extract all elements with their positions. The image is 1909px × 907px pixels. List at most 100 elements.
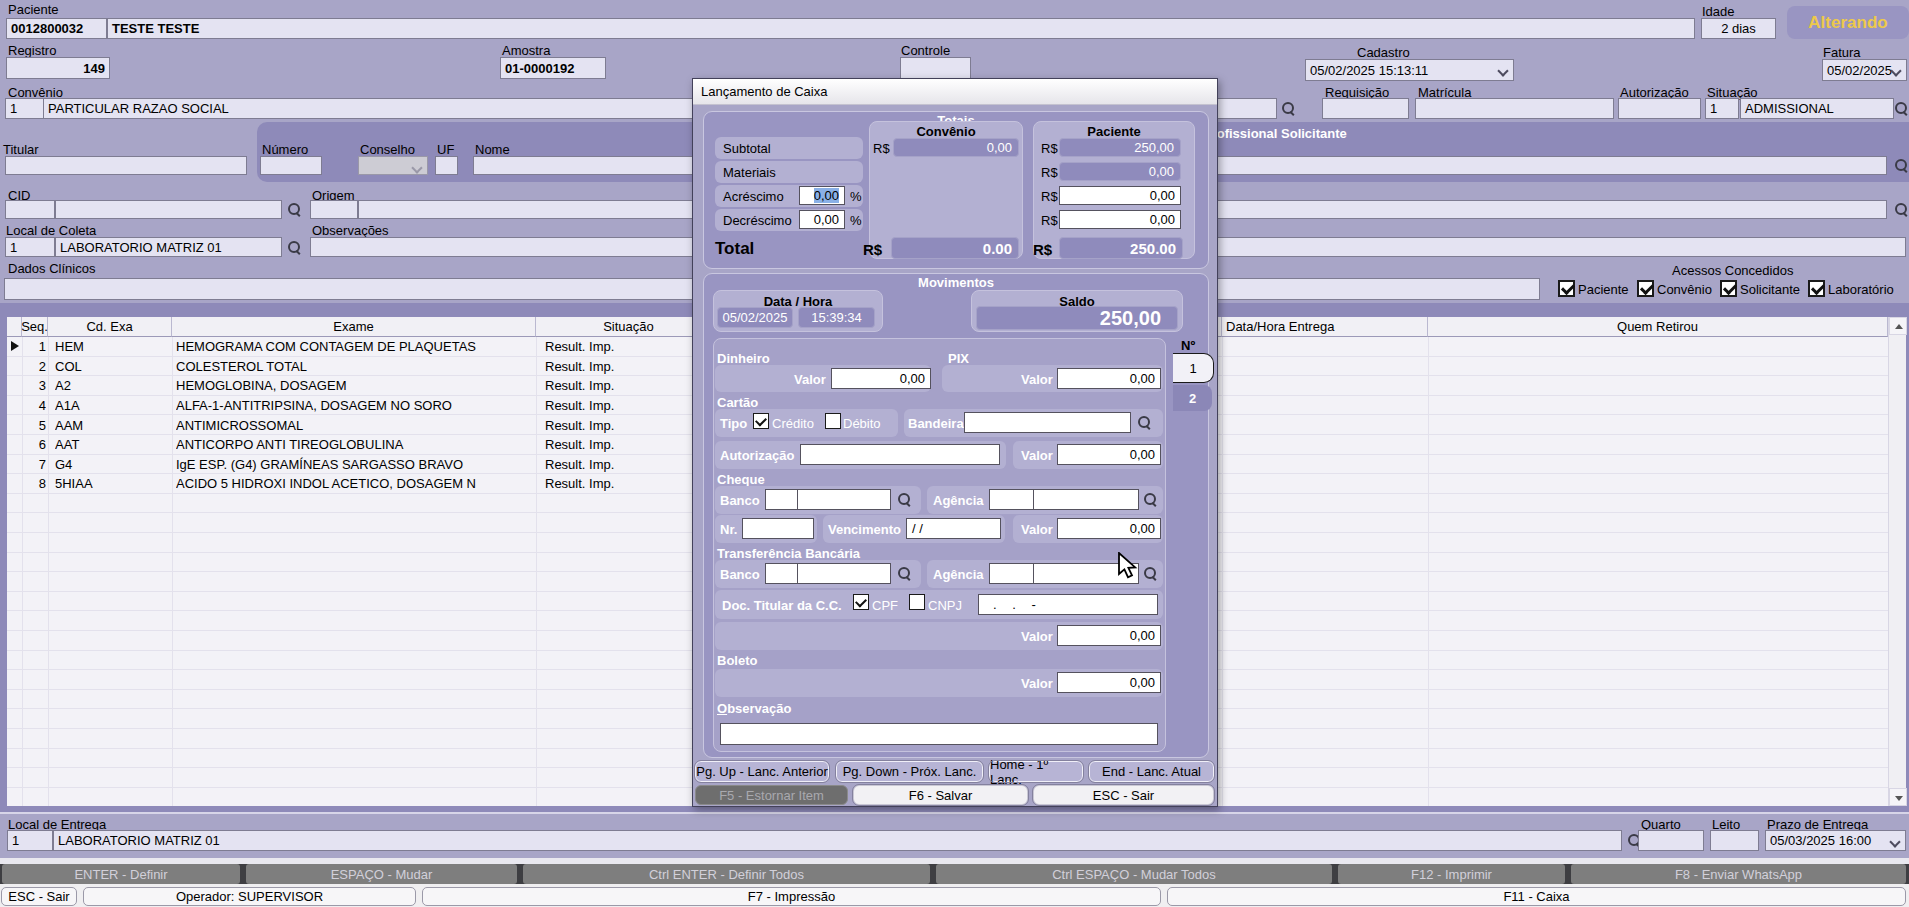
paciente-id-field[interactable]: 0012800032 — [6, 18, 107, 39]
convenio-search-icon[interactable] — [1281, 101, 1296, 116]
bandeira-field[interactable] — [964, 412, 1131, 433]
dialog-titlebar[interactable]: Lançamento de Caixa — [693, 79, 1217, 105]
col-exame[interactable]: Exame — [172, 317, 536, 337]
uf-field[interactable] — [435, 156, 458, 175]
dinheiro-valor-field[interactable]: 0,00 — [831, 368, 931, 389]
cheque-banco-code-field[interactable] — [765, 489, 798, 510]
bottom-button[interactable]: ESC - Sair — [1, 887, 77, 906]
matricula-field[interactable] — [1415, 98, 1614, 119]
shortcut-button[interactable]: F12 - Imprimir — [1338, 864, 1565, 884]
requisicao-field[interactable] — [1322, 98, 1409, 119]
col-cdexa[interactable]: Cd. Exa — [48, 317, 172, 337]
nav-button[interactable]: Pg. Down - Próx. Lanc. — [836, 761, 983, 782]
nav-button[interactable]: Home - 1º Lanc. — [989, 761, 1083, 782]
situacao-search-icon[interactable] — [1894, 101, 1909, 116]
bandeira-search-icon[interactable] — [1137, 415, 1152, 430]
shortcut-button[interactable]: F8 - Enviar WhatsApp — [1571, 864, 1906, 884]
tb-agencia-search-icon[interactable] — [1143, 566, 1158, 581]
lancamento-caixa-dialog: Lançamento de Caixa Totais Convênio Paci… — [692, 78, 1218, 807]
credito-checkbox[interactable] — [753, 413, 769, 429]
cid-nome-field[interactable] — [55, 200, 282, 219]
shortcut-button[interactable]: ESPAÇO - Mudar — [246, 864, 517, 884]
action-button[interactable]: F5 - Estornar Item — [695, 785, 848, 805]
action-button[interactable]: ESC - Sair — [1033, 785, 1214, 805]
nav-button[interactable]: Pg. Up - Lanc. Anterior — [695, 761, 829, 782]
cartao-autorizacao-field[interactable] — [800, 444, 1000, 465]
conselho-combo[interactable] — [358, 156, 428, 175]
cid-search-icon[interactable] — [287, 202, 302, 217]
debito-checkbox[interactable] — [825, 413, 841, 429]
origem-search-icon[interactable] — [1894, 202, 1909, 217]
autorizacao-field[interactable] — [1618, 98, 1701, 119]
cheque-agencia-search-icon[interactable] — [1143, 492, 1158, 507]
nr-field[interactable] — [742, 518, 814, 539]
tb-banco-nome-field[interactable] — [797, 563, 891, 584]
tab-lancamento-2[interactable]: 2 — [1173, 385, 1212, 411]
observacao-field[interactable] — [720, 723, 1158, 745]
cnpj-checkbox[interactable] — [909, 594, 925, 610]
col-seq[interactable]: Seq. — [22, 317, 48, 337]
prazo-combo[interactable]: 05/03/2025 16:00 — [1765, 830, 1906, 851]
boleto-valor-field[interactable]: 0,00 — [1057, 672, 1161, 693]
controle-field[interactable] — [900, 57, 971, 79]
scroll-down-icon[interactable] — [1889, 788, 1907, 806]
nav-button[interactable]: End - Lanc. Atual — [1089, 761, 1214, 782]
shortcut-button[interactable]: Ctrl ESPAÇO - Mudar Todos — [936, 864, 1332, 884]
acesso-checkbox-laboratório[interactable] — [1808, 280, 1825, 297]
acrescimo-field[interactable]: 0,00 — [799, 186, 845, 205]
cell-seq: 6 — [22, 435, 46, 455]
bottom-button[interactable]: F7 - Impressão — [422, 887, 1161, 906]
tb-banco-search-icon[interactable] — [897, 566, 912, 581]
table-scrollbar[interactable] — [1888, 317, 1906, 806]
doc-field[interactable]: . . - — [978, 594, 1158, 615]
fatura-combo[interactable]: 05/02/2025 — [1822, 59, 1907, 81]
cheque-agencia-nome-field[interactable] — [1033, 489, 1139, 510]
vencimento-field[interactable]: / / — [906, 518, 1001, 539]
cpf-checkbox[interactable] — [853, 594, 869, 610]
leito-field[interactable] — [1710, 830, 1759, 851]
action-button[interactable]: F6 - Salvar — [853, 785, 1028, 805]
situacao-code-field[interactable]: 1 — [1705, 98, 1739, 119]
numero-field[interactable] — [260, 156, 322, 175]
origem-code-field[interactable] — [310, 200, 358, 219]
cheque-valor-field[interactable]: 0,00 — [1057, 518, 1161, 539]
cheque-banco-search-icon[interactable] — [897, 492, 912, 507]
shortcut-button[interactable]: Ctrl ENTER - Definir Todos — [523, 864, 930, 884]
cid-code-field[interactable] — [5, 200, 55, 219]
acesso-checkbox-convênio[interactable] — [1637, 280, 1654, 297]
local-entrega-nome-field[interactable]: LABORATORIO MATRIZ 01 — [53, 830, 1622, 851]
titular-field[interactable] — [5, 156, 247, 175]
local-entrega-code-field[interactable]: 1 — [7, 830, 53, 851]
numero-label: Número — [262, 142, 308, 157]
registro-field[interactable]: 149 — [6, 57, 110, 79]
cheque-banco-nome-field[interactable] — [797, 489, 891, 510]
decrescimo-field[interactable]: 0,00 — [799, 210, 845, 229]
tb-banco-code-field[interactable] — [765, 563, 798, 584]
pix-valor-field[interactable]: 0,00 — [1057, 368, 1161, 389]
tab-lancamento-1[interactable]: 1 — [1173, 353, 1214, 383]
tb-valor-field[interactable]: 0,00 — [1057, 625, 1161, 646]
scroll-up-icon[interactable] — [1889, 317, 1907, 335]
cadastro-combo[interactable]: 05/02/2025 15:13:11 — [1305, 59, 1514, 81]
local-coleta-code-field[interactable]: 1 — [5, 237, 55, 257]
acesso-checkbox-paciente[interactable] — [1558, 280, 1575, 297]
col-entrega[interactable]: Data/Hora Entrega — [1222, 317, 1428, 337]
bottom-button[interactable]: Operador: SUPERVISOR — [83, 887, 416, 906]
local-coleta-search-icon[interactable] — [287, 240, 302, 255]
col-retirou[interactable]: Quem Retirou — [1428, 317, 1888, 337]
amostra-field[interactable]: 01-0000192 — [500, 57, 606, 79]
acesso-checkbox-solicitante[interactable] — [1720, 280, 1737, 297]
paciente-nome-field[interactable]: TESTE TESTE — [107, 18, 1695, 39]
bottom-button[interactable]: F11 - Caixa — [1167, 887, 1906, 906]
cartao-valor-field[interactable]: 0,00 — [1057, 444, 1161, 465]
shortcut-button[interactable]: ENTER - Definir — [2, 864, 240, 884]
local-coleta-nome-field[interactable]: LABORATORIO MATRIZ 01 — [55, 237, 282, 257]
quarto-field[interactable] — [1638, 830, 1704, 851]
situacao-nome-field[interactable]: ADMISSIONAL — [1740, 98, 1894, 119]
tb-agencia-code-field[interactable] — [989, 563, 1034, 584]
acrescimo-paciente-field[interactable]: 0,00 — [1059, 186, 1181, 205]
cheque-agencia-code-field[interactable] — [989, 489, 1034, 510]
decrescimo-paciente-field[interactable]: 0,00 — [1059, 210, 1181, 229]
convenio-code-field[interactable]: 1 — [5, 98, 44, 119]
nome-search-icon[interactable] — [1894, 158, 1909, 173]
